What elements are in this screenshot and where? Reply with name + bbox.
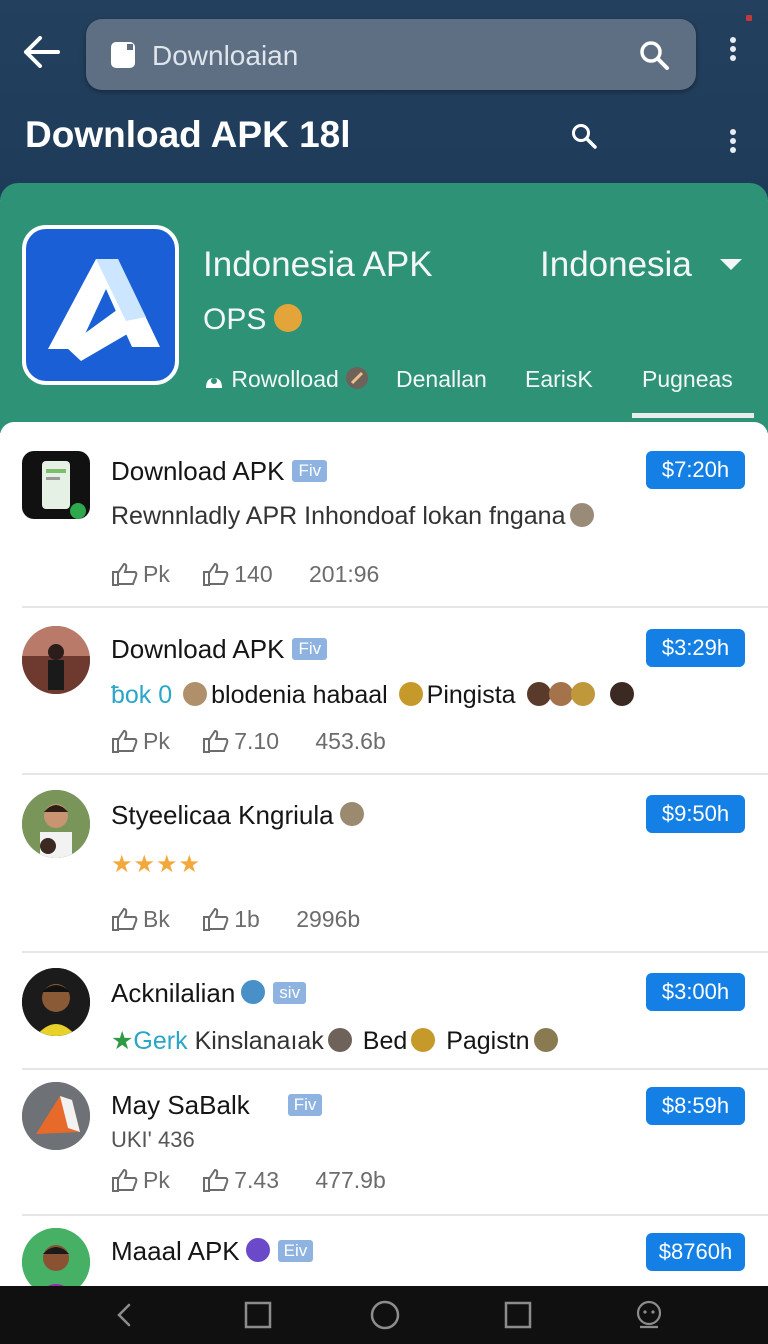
emoji-icon — [274, 304, 303, 332]
verified-icon — [241, 980, 266, 1004]
list-item[interactable]: Styeelicaa Kngriula $9:50h ★★★★ Bk 1b 29… — [0, 774, 768, 953]
avatar — [22, 968, 90, 1036]
list-item[interactable]: Download APK Fiv $3:29h ƀok 0 blodenia ha… — [0, 608, 768, 775]
item-description: ƀok 0 blodenia habaal Pingista — [111, 681, 638, 710]
list-item[interactable]: Maaal APK Eiv $8760h — [0, 1215, 768, 1286]
item-description: Rewnnladly APR Inhondoaf lokan fngana — [111, 502, 598, 531]
page-title: Download APK 18l — [25, 114, 351, 155]
price-badge[interactable]: $7:20h — [646, 451, 745, 489]
thumbs-up-icon — [111, 562, 139, 592]
app-header-card: Indonesia APK OPS Indonesia Rowolload De… — [0, 183, 768, 433]
item-tag: Fiv — [287, 1094, 323, 1116]
tab-denallan[interactable]: Denallan — [396, 366, 487, 393]
app-logo-icon — [22, 225, 179, 385]
recents-icon[interactable] — [501, 1298, 535, 1332]
list-item[interactable]: Acknilalian siv $3:00h ★Gerk Kinslanaıak … — [0, 952, 768, 1070]
price-badge[interactable]: $8760h — [646, 1233, 745, 1271]
item-title: Download APK Fiv — [111, 634, 328, 665]
item-tag: siv — [273, 982, 307, 1004]
star-rating: ★★★★ — [111, 851, 202, 878]
thumbs-up-icon — [202, 562, 230, 592]
thumbs-up-icon — [111, 1168, 139, 1198]
item-stats: Bk 1b 2996b — [111, 906, 360, 937]
top-app-bar: Downloaian Download APK 18l — [0, 0, 768, 200]
tab-rowolload[interactable]: Rowolload — [203, 366, 369, 396]
document-icon — [110, 41, 136, 74]
assistant-icon[interactable] — [632, 1298, 666, 1332]
tab-earisk[interactable]: EarisK — [525, 366, 593, 393]
thumbs-up-icon — [202, 1168, 230, 1198]
star-icon: ★ — [111, 1027, 134, 1055]
thumbs-up-icon — [202, 907, 230, 937]
item-title: Acknilalian siv — [111, 978, 307, 1009]
search-icon[interactable] — [570, 122, 598, 155]
thumbs-up-icon — [111, 729, 139, 759]
price-badge[interactable]: $9:50h — [646, 795, 745, 833]
avatar — [22, 626, 90, 694]
avatar-icon — [526, 682, 551, 706]
thumbs-up-icon — [202, 729, 230, 759]
avatar-icon — [548, 682, 573, 706]
back-icon[interactable] — [108, 1298, 142, 1332]
tab-pugneas[interactable]: Pugneas — [642, 366, 733, 393]
item-description: ★Gerk Kinslanaıak Bed Pagistn — [111, 1026, 562, 1056]
item-title: Styeelicaa Kngriula — [111, 800, 364, 831]
home-square-icon[interactable] — [241, 1298, 275, 1332]
item-description: UKI' 436 — [111, 1127, 195, 1152]
avatar-icon — [570, 682, 595, 706]
overflow-menu-icon[interactable] — [723, 34, 743, 74]
app-list: Download APK Fiv $7:20h Rewnnladly APR In… — [0, 422, 768, 1286]
region-dropdown[interactable]: Indonesia — [540, 245, 692, 285]
price-badge[interactable]: $8:59h — [646, 1087, 745, 1125]
app-subtitle: OPS — [203, 303, 303, 337]
download-icon — [203, 369, 225, 396]
emoji-icon — [411, 1028, 436, 1052]
search-placeholder: Downloaian — [152, 40, 299, 71]
price-badge[interactable]: $3:29h — [646, 629, 745, 667]
emoji-icon — [339, 802, 364, 826]
item-stats: Pk 7.43 477.9b — [111, 1167, 386, 1198]
item-stats: Pk 7.10 453.6b — [111, 728, 386, 759]
chevron-down-icon[interactable] — [720, 259, 742, 270]
avatar-icon — [245, 1238, 270, 1262]
avatar — [22, 790, 90, 858]
search-input[interactable]: Downloaian — [86, 19, 696, 90]
item-stats: Pk 140 201:96 — [111, 561, 379, 592]
active-tab-indicator — [632, 413, 754, 418]
home-circle-icon[interactable] — [368, 1298, 402, 1332]
item-title: Download APK Fiv — [111, 456, 328, 487]
price-badge[interactable]: $3:00h — [646, 973, 745, 1011]
system-navigation-bar — [0, 1286, 768, 1344]
emoji-icon — [327, 1028, 352, 1052]
item-tag: Fiv — [292, 460, 328, 482]
search-icon[interactable] — [638, 39, 670, 76]
item-title: Maaal APK Eiv — [111, 1236, 314, 1267]
app-name: Indonesia APK — [203, 245, 433, 284]
thumbs-up-icon — [111, 907, 139, 937]
item-tag: Eiv — [277, 1240, 314, 1262]
back-arrow-icon[interactable] — [20, 34, 64, 70]
emoji-icon — [533, 1028, 558, 1052]
emoji-icon — [398, 682, 423, 706]
avatar-icon — [609, 682, 634, 706]
emoji-icon — [183, 682, 208, 706]
item-tag: Fiv — [292, 638, 328, 660]
emoji-icon — [569, 503, 594, 527]
app-thumbnail — [22, 1082, 90, 1150]
emoji-icon — [345, 366, 369, 396]
list-item[interactable]: May SaBalk Fiv $8:59h UKI' 436 Pk 7.43 47… — [0, 1069, 768, 1216]
item-title: May SaBalk Fiv — [111, 1090, 323, 1121]
notification-dot — [746, 15, 752, 21]
overflow-menu-icon[interactable] — [723, 126, 743, 166]
list-item[interactable]: Download APK Fiv $7:20h Rewnnladly APR In… — [0, 422, 768, 608]
avatar — [22, 1228, 90, 1286]
app-thumbnail — [22, 451, 90, 519]
